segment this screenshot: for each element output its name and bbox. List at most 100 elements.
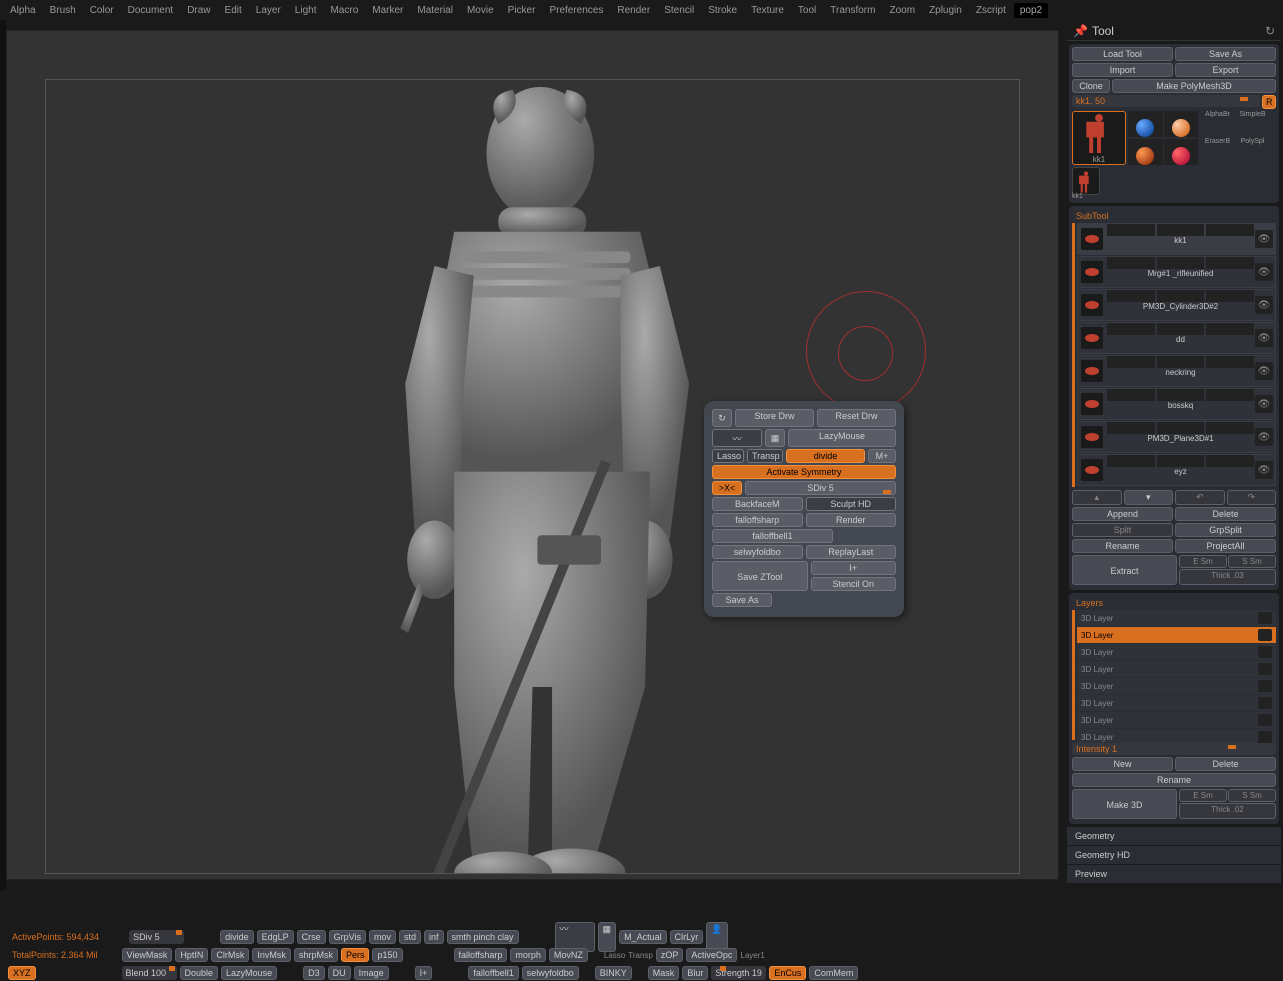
projectall-button[interactable]: ProjectAll bbox=[1175, 539, 1276, 553]
geometry-hd-section[interactable]: Geometry HD bbox=[1067, 846, 1281, 865]
layer-item[interactable]: 3D Layer bbox=[1077, 661, 1276, 677]
selwyfold-button[interactable]: selwyfoldbo bbox=[712, 545, 803, 559]
binky-button[interactable]: BINKY bbox=[595, 966, 632, 980]
menu-preferences[interactable]: Preferences bbox=[543, 3, 609, 18]
import-button[interactable]: Import bbox=[1072, 63, 1173, 77]
make3d-button[interactable]: Make 3D bbox=[1072, 789, 1177, 819]
menu-zplugin[interactable]: Zplugin bbox=[923, 3, 968, 18]
clrlyr-button[interactable]: ClrLyr bbox=[670, 930, 704, 944]
layer-esm-slider[interactable]: E Sm bbox=[1179, 789, 1227, 802]
save-as-button[interactable]: Save As bbox=[712, 593, 772, 607]
layer-item[interactable]: 3D Layer bbox=[1077, 678, 1276, 694]
ssm-slider[interactable]: S Sm bbox=[1228, 555, 1276, 568]
layer-item[interactable]: 3D Layer bbox=[1077, 695, 1276, 711]
r-button[interactable]: R bbox=[1262, 95, 1276, 109]
export-button[interactable]: Export bbox=[1175, 63, 1276, 77]
menu-texture[interactable]: Texture bbox=[745, 3, 790, 18]
clone-button[interactable]: Clone bbox=[1072, 79, 1110, 93]
layer-item[interactable]: 3D Layer bbox=[1077, 627, 1276, 643]
menu-zscript[interactable]: Zscript bbox=[970, 3, 1012, 18]
viewmask-button[interactable]: ViewMask bbox=[122, 948, 173, 962]
layer-thick-slider[interactable]: Thick .02 bbox=[1179, 803, 1276, 819]
transp-icon[interactable]: ▦ bbox=[765, 429, 785, 447]
zop-button[interactable]: zOP bbox=[656, 948, 684, 962]
menu-pop2[interactable]: pop2 bbox=[1014, 3, 1048, 18]
layer-ssm-slider[interactable]: S Sm bbox=[1228, 789, 1276, 802]
replaylast-button[interactable]: ReplayLast bbox=[806, 545, 897, 559]
lazymouse-button[interactable]: LazyMouse bbox=[788, 429, 896, 447]
subtool-item[interactable]: PM3D_Cylinder3D#2 👁 bbox=[1077, 289, 1276, 321]
divide-bottom[interactable]: divide bbox=[220, 930, 254, 944]
intensity-slider[interactable]: Intensity 1 bbox=[1072, 743, 1276, 755]
reset-draw-button[interactable]: Reset Drw bbox=[817, 409, 896, 427]
iplus-bottom[interactable]: I+ bbox=[415, 966, 433, 980]
menu-marker[interactable]: Marker bbox=[366, 3, 409, 18]
mactual-button[interactable]: M_Actual bbox=[619, 930, 667, 944]
backface-button[interactable]: BackfaceM bbox=[712, 497, 803, 511]
append-button[interactable]: Append bbox=[1072, 507, 1173, 521]
std-button[interactable]: std bbox=[399, 930, 421, 944]
layer-item[interactable]: 3D Layer bbox=[1077, 610, 1276, 626]
alpha-brush[interactable] bbox=[1128, 111, 1163, 137]
activate-symmetry-button[interactable]: Activate Symmetry bbox=[712, 465, 896, 479]
save-ztool-button[interactable]: Save ZTool bbox=[712, 561, 808, 591]
crse-button[interactable]: Crse bbox=[297, 930, 326, 944]
subtool-item[interactable]: eyz 👁 bbox=[1077, 454, 1276, 486]
pin-icon[interactable]: 📌 bbox=[1073, 24, 1088, 38]
shrpmsk-button[interactable]: shrpMsk bbox=[294, 948, 338, 962]
blend-slider[interactable]: Blend 100 bbox=[122, 966, 177, 980]
menu-render[interactable]: Render bbox=[611, 3, 656, 18]
layers-list[interactable]: 3D Layer3D Layer3D Layer3D Layer3D Layer… bbox=[1077, 610, 1276, 740]
store-draw-button[interactable]: Store Drw bbox=[735, 409, 814, 427]
tool-thumbnail-small[interactable] bbox=[1072, 167, 1100, 195]
activeopc-button[interactable]: ActiveOpc bbox=[686, 948, 737, 962]
menu-light[interactable]: Light bbox=[289, 3, 323, 18]
kk1-slider[interactable]: kk1. 50 bbox=[1072, 95, 1260, 107]
mov-button[interactable]: mov bbox=[369, 930, 396, 944]
menu-color[interactable]: Color bbox=[84, 3, 120, 18]
blur-button[interactable]: Blur bbox=[682, 966, 708, 980]
eraser-brush[interactable] bbox=[1128, 139, 1163, 165]
x-symmetry-button[interactable]: >X< bbox=[712, 481, 742, 495]
geometry-section[interactable]: Geometry bbox=[1067, 827, 1281, 846]
subtool-item[interactable]: Mrg#1 _rifleunified 👁 bbox=[1077, 256, 1276, 288]
layer-item[interactable]: 3D Layer bbox=[1077, 712, 1276, 728]
clrmsk-button[interactable]: ClrMsk bbox=[211, 948, 249, 962]
menu-stencil[interactable]: Stencil bbox=[658, 3, 700, 18]
double-button[interactable]: Double bbox=[180, 966, 219, 980]
menu-brush[interactable]: Brush bbox=[44, 3, 82, 18]
selwyfoldbo-bottom[interactable]: selwyfoldbo bbox=[522, 966, 579, 980]
du-button[interactable]: DU bbox=[328, 966, 351, 980]
stencil-on-button[interactable]: Stencil On bbox=[811, 577, 897, 591]
movnz-button[interactable]: MovNZ bbox=[549, 948, 588, 962]
commem-button[interactable]: ComMem bbox=[809, 966, 858, 980]
nav-left-icon[interactable]: ↶ bbox=[1175, 490, 1225, 505]
transp-bottom-icon[interactable]: ▦ bbox=[598, 922, 617, 952]
menu-alpha[interactable]: Alpha bbox=[4, 3, 42, 18]
image-button[interactable]: Image bbox=[354, 966, 389, 980]
viewport-canvas[interactable]: ↻ Store Drw Reset Drw 〰 ▦ LazyMouse Lass… bbox=[6, 30, 1059, 880]
thick-slider[interactable]: Thick .03 bbox=[1179, 569, 1276, 585]
render-button[interactable]: Render bbox=[806, 513, 897, 527]
rename-subtool-button[interactable]: Rename bbox=[1072, 539, 1173, 553]
sdiv-slider[interactable]: SDiv 5 bbox=[745, 481, 896, 495]
edglp-button[interactable]: EdgLP bbox=[257, 930, 294, 944]
invmsk-button[interactable]: InvMsk bbox=[252, 948, 291, 962]
menu-zoom[interactable]: Zoom bbox=[883, 3, 921, 18]
tool-save-as-button[interactable]: Save As bbox=[1175, 47, 1276, 61]
grpvis-button[interactable]: GrpVis bbox=[329, 930, 366, 944]
lasso-icon[interactable]: 〰 bbox=[712, 429, 762, 447]
mplus-button[interactable]: M+ bbox=[868, 449, 896, 463]
strength-slider[interactable]: Strength 19 bbox=[711, 966, 766, 980]
subtool-item[interactable]: kk1 👁 bbox=[1077, 223, 1276, 255]
falloffbell-button[interactable]: falloffbell1 bbox=[712, 529, 833, 543]
menu-picker[interactable]: Picker bbox=[502, 3, 542, 18]
subtool-item[interactable]: neckring 👁 bbox=[1077, 355, 1276, 387]
sdiv-bottom-slider[interactable]: SDiv 5 bbox=[129, 930, 184, 944]
polysplit-brush[interactable] bbox=[1164, 139, 1199, 165]
esm-slider[interactable]: E Sm bbox=[1179, 555, 1227, 568]
menu-stroke[interactable]: Stroke bbox=[702, 3, 743, 18]
smthpinch-button[interactable]: smth pinch clay bbox=[447, 930, 519, 944]
falloffsharp-button[interactable]: falloffsharp bbox=[712, 513, 803, 527]
delete-subtool-button[interactable]: Delete bbox=[1175, 507, 1276, 521]
